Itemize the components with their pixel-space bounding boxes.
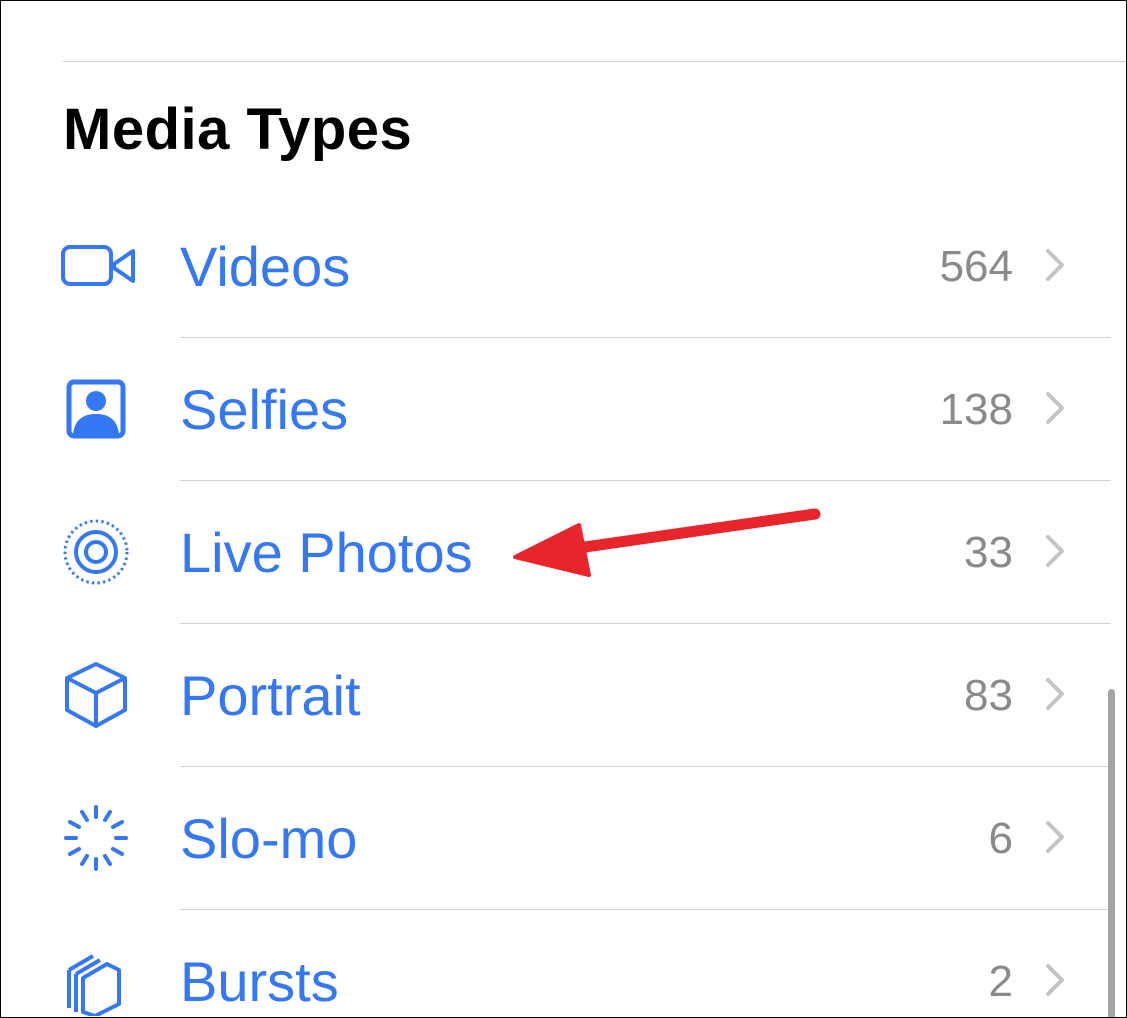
media-type-label: Selfies xyxy=(180,378,349,441)
burst-stack-icon xyxy=(57,946,137,1016)
media-type-count: 2 xyxy=(988,957,1013,1006)
media-type-row-portrait[interactable]: Portrait 83 xyxy=(1,624,1111,767)
slo-mo-icon xyxy=(57,803,137,873)
live-photo-icon xyxy=(57,517,137,587)
selfie-portrait-icon xyxy=(57,374,137,444)
media-type-count: 6 xyxy=(988,814,1013,863)
media-type-count: 564 xyxy=(939,242,1013,291)
chevron-right-icon xyxy=(1043,819,1067,855)
media-type-row-selfies[interactable]: Selfies 138 xyxy=(1,338,1111,481)
media-type-row-videos[interactable]: Videos 564 xyxy=(1,195,1111,338)
media-type-row-live-photos[interactable]: Live Photos 33 xyxy=(1,481,1111,624)
chevron-right-icon xyxy=(1043,962,1067,998)
video-camera-icon xyxy=(57,231,137,301)
media-type-label: Slo-mo xyxy=(180,807,358,870)
app-window: Media Types Videos 564 Selfies 138 Live … xyxy=(0,0,1127,1018)
media-type-count: 83 xyxy=(964,671,1013,720)
vertical-scrollbar[interactable] xyxy=(1108,689,1115,1017)
media-type-row-bursts[interactable]: Bursts 2 xyxy=(1,910,1111,1017)
media-type-count: 33 xyxy=(964,528,1013,577)
chevron-right-icon xyxy=(1043,676,1067,712)
top-divider xyxy=(63,61,1126,62)
chevron-right-icon xyxy=(1043,390,1067,426)
media-type-count: 138 xyxy=(939,385,1013,434)
media-type-row-slo-mo[interactable]: Slo-mo 6 xyxy=(1,767,1111,910)
chevron-right-icon xyxy=(1043,247,1067,283)
section-title: Media Types xyxy=(63,97,413,162)
media-type-label: Videos xyxy=(180,235,351,298)
media-type-label: Bursts xyxy=(180,950,339,1013)
media-type-label: Portrait xyxy=(180,664,361,727)
media-type-label: Live Photos xyxy=(180,521,473,584)
chevron-right-icon xyxy=(1043,533,1067,569)
cube-icon xyxy=(57,660,137,730)
